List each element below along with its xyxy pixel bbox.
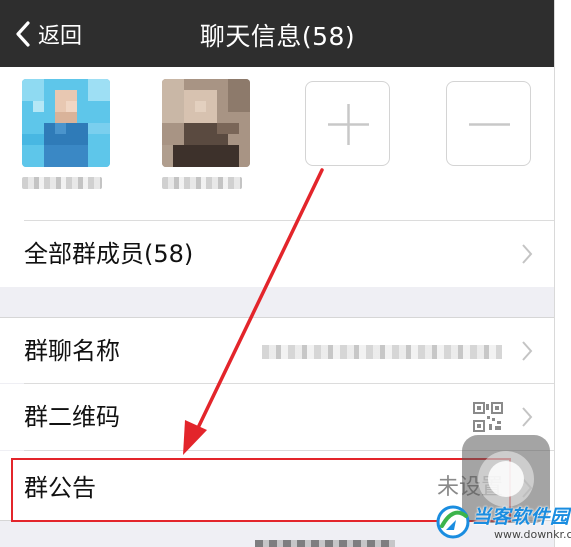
member-name-blurred (162, 177, 242, 189)
avatar (22, 79, 110, 167)
group-name-label: 群聊名称 (24, 337, 120, 365)
group-name-value-blurred (262, 345, 502, 359)
chevron-right-icon (522, 341, 533, 361)
qr-code-icon (473, 402, 503, 432)
member-item[interactable] (22, 79, 112, 189)
member-grid: 全部群成员(58) (0, 67, 554, 287)
watermark-brand: 当客软件园 (472, 506, 570, 528)
assistive-dot (488, 461, 524, 497)
minus-icon (469, 123, 510, 126)
navigation-bar: 返回 聊天信息(58) (0, 0, 554, 67)
remove-member-button[interactable] (446, 81, 531, 166)
watermark: 当客软件园 www.downkr.com (430, 500, 571, 547)
member-item[interactable] (162, 79, 252, 189)
chevron-right-icon (522, 244, 533, 264)
plus-icon (328, 104, 369, 145)
group-notice-label: 群公告 (24, 474, 96, 502)
avatar (162, 79, 250, 167)
all-members-label: 全部群成员(58) (24, 240, 194, 268)
bottom-content-blurred (255, 540, 395, 547)
member-name-blurred (22, 177, 102, 189)
add-member-button[interactable] (305, 81, 390, 166)
downkr-logo-icon (436, 505, 470, 539)
watermark-url: www.downkr.com (494, 528, 571, 541)
group-qrcode-label: 群二维码 (24, 403, 120, 431)
page-title: 聊天信息(58) (199, 22, 356, 51)
chevron-right-icon (522, 407, 533, 427)
all-members-row[interactable]: 全部群成员(58) (0, 221, 554, 287)
group-name-row[interactable]: 群聊名称 (0, 317, 554, 383)
